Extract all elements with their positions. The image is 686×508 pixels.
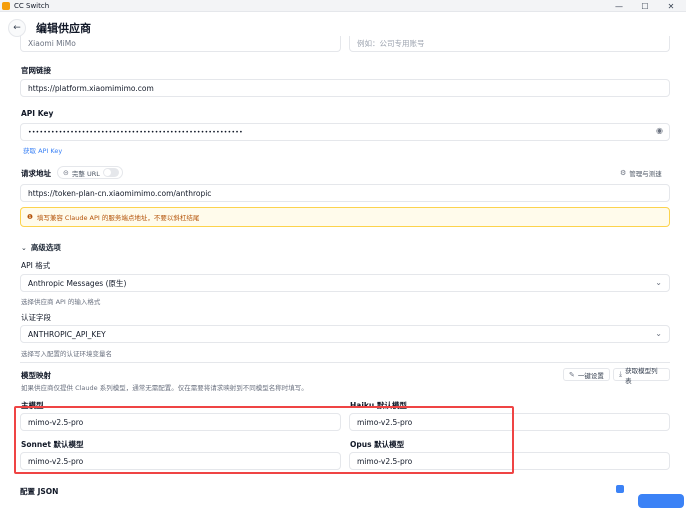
one-click-setup-label: 一键设置 [577,371,604,380]
advanced-options-toggle[interactable]: ⌄ 高级选项 [21,242,61,253]
app-logo-icon [2,1,10,10]
website-input[interactable]: https://platform.xiaomimimo.com [20,79,670,97]
checkbox[interactable] [616,485,624,493]
chevron-down-icon: ⌄ [21,243,27,252]
model-mapping-title: 模型映射 [21,371,51,380]
get-api-key-link[interactable]: 获取 API Key [23,145,62,155]
endpoint-input[interactable]: https://token-plan-cn.xiaomimimo.com/ant… [20,184,670,202]
website-label: 官网链接 [21,66,51,75]
toggle-switch[interactable] [102,168,119,177]
api-format-select[interactable]: Anthropic Messages (原生) ⌄ [20,274,670,292]
chevron-down-icon: ⌄ [655,329,662,338]
speed-icon: ⚙ [620,169,627,177]
api-key-label: API Key [21,109,54,118]
info-icon: ❶ [27,213,33,221]
full-url-toggle[interactable]: ⊝ 完整 URL [57,166,123,179]
highlight-box [14,406,514,474]
api-key-value: ••••••••••••••••••••••••••••••••••••••••… [28,128,243,136]
link-icon: ⊝ [63,168,69,177]
section-divider [20,362,670,363]
page-title: 编辑供应商 [36,22,91,35]
model-mapping-hint: 如果供应商仅提供 Claude 系列模型，通常无需配置。仅在需要将请求映射到不同… [21,384,308,392]
eye-icon[interactable]: ◉ [656,126,663,135]
endpoint-label: 请求地址 [21,169,51,178]
full-url-label: 完整 URL [71,169,100,178]
api-format-value: Anthropic Messages (原生) [28,278,127,288]
close-icon[interactable]: ✕ [658,0,684,12]
config-json-label: 配置 JSON [20,487,59,496]
notes-input[interactable]: 例如：公司专用账号 [349,36,670,52]
back-button[interactable]: ← [8,19,26,37]
chevron-down-icon: ⌄ [655,278,662,287]
save-button[interactable] [638,494,684,508]
download-icon: ⤓ [619,370,623,378]
manage-speedtest-label: 管理与测速 [629,170,662,178]
minimize-icon[interactable]: — [606,0,632,12]
auth-field-select[interactable]: ANTHROPIC_API_KEY ⌄ [20,325,670,343]
fetch-models-button[interactable]: ⤓ 获取模型列表 [613,367,670,385]
api-format-label: API 格式 [21,261,51,270]
endpoint-warning-text: 填写兼容 Claude API 的服务端点地址，不要以斜杠结尾 [36,214,200,222]
manage-speedtest-button[interactable]: ⚙ 管理与测速 [620,168,662,178]
wand-icon: ✎ [569,370,575,379]
api-key-input[interactable]: ••••••••••••••••••••••••••••••••••••••••… [20,123,670,141]
advanced-options-title: 高级选项 [30,243,61,252]
window-titlebar: CC Switch — ☐ ✕ [0,0,686,12]
auth-field-hint: 选择写入配置的认证环境变量名 [21,350,112,358]
api-format-hint: 选择供应商 API 的输入格式 [21,298,101,306]
one-click-setup-button[interactable]: ✎ 一键设置 [563,368,610,381]
auth-field-label: 认证字段 [21,313,51,322]
auth-field-value: ANTHROPIC_API_KEY [28,329,106,339]
endpoint-warning: ❶ 填写兼容 Claude API 的服务端点地址，不要以斜杠结尾 [20,207,670,227]
provider-name-input[interactable]: Xiaomi MiMo [20,36,341,52]
maximize-icon[interactable]: ☐ [632,0,658,12]
arrow-left-icon: ← [13,23,21,33]
window-title: CC Switch [14,1,50,10]
fetch-models-label: 获取模型列表 [625,366,658,385]
